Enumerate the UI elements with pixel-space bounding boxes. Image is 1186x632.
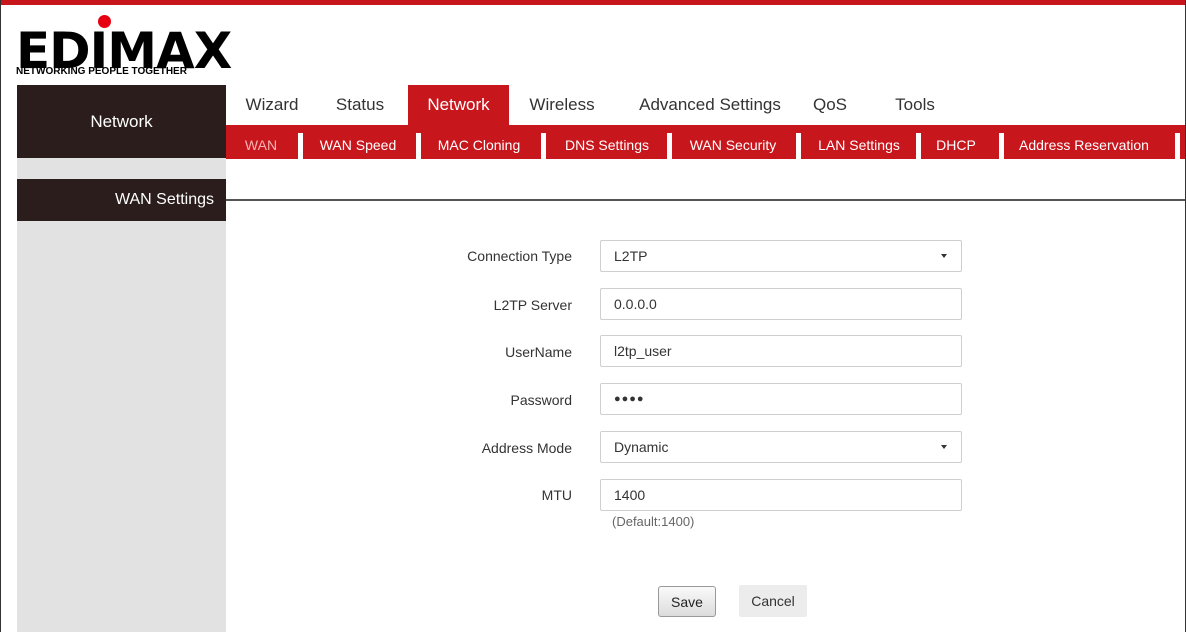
section-divider (226, 199, 1185, 201)
subtab-dns-settings[interactable]: DNS Settings (551, 131, 663, 159)
tab-tools[interactable]: Tools (884, 85, 946, 125)
mtu-input[interactable]: 1400 (600, 479, 962, 511)
mtu-value: 1400 (614, 487, 646, 503)
subtab-address-reservation[interactable]: Address Reservation (1009, 131, 1159, 159)
subtab-wan-speed[interactable]: WAN Speed (308, 131, 408, 159)
edimax-logo: EDIMAX NETWORKING PEOPLE TOGETHER (16, 15, 236, 77)
cancel-button[interactable]: Cancel (739, 585, 807, 617)
l2tp-server-input[interactable]: 0.0.0.0 (600, 288, 962, 320)
username-label: UserName (505, 344, 572, 360)
password-label: Password (510, 392, 572, 408)
subtab-separator (541, 133, 546, 159)
password-input[interactable]: ●●●● (600, 383, 962, 415)
tab-status[interactable]: Status (322, 85, 398, 125)
tab-network[interactable]: Network (408, 85, 509, 125)
tab-wireless[interactable]: Wireless (517, 85, 607, 125)
subtab-wan[interactable]: WAN (234, 131, 288, 159)
subtab-separator (916, 133, 921, 159)
connection-type-select[interactable]: L2TP (600, 240, 962, 272)
logo-tagline: NETWORKING PEOPLE TOGETHER (16, 66, 187, 77)
top-accent-bar (1, 0, 1185, 5)
mtu-default-hint: (Default:1400) (612, 514, 695, 529)
chevron-down-icon (941, 445, 947, 449)
save-button[interactable]: Save (658, 586, 716, 617)
subtab-wan-security[interactable]: WAN Security (677, 131, 789, 159)
subtab-dhcp[interactable]: DHCP (926, 131, 986, 159)
l2tp-server-label: L2TP Server (493, 297, 572, 313)
subtab-separator (298, 133, 303, 159)
sidebar-section-title: Network (17, 85, 226, 158)
tab-advanced-settings[interactable]: Advanced Settings (623, 85, 797, 125)
connection-type-label: Connection Type (467, 248, 572, 264)
logo-dot (98, 15, 111, 28)
subtab-separator (1175, 133, 1180, 159)
subtab-separator (416, 133, 421, 159)
chevron-down-icon (941, 254, 947, 258)
tab-qos[interactable]: QoS (805, 85, 855, 125)
password-value: ●●●● (614, 393, 645, 405)
subtab-separator (667, 133, 672, 159)
subtab-separator (999, 133, 1004, 159)
left-sidebar (17, 85, 226, 632)
connection-type-value: L2TP (614, 248, 648, 264)
l2tp-server-value: 0.0.0.0 (614, 296, 657, 312)
username-input[interactable]: l2tp_user (600, 335, 962, 367)
subtab-lan-settings[interactable]: LAN Settings (806, 131, 912, 159)
tab-wizard[interactable]: Wizard (232, 85, 312, 125)
username-value: l2tp_user (614, 343, 672, 359)
mtu-label: MTU (541, 487, 572, 503)
address-mode-label: Address Mode (481, 440, 572, 456)
subtab-separator (796, 133, 801, 159)
subtab-mac-cloning[interactable]: MAC Cloning (426, 131, 532, 159)
sidebar-item-wan-settings[interactable]: WAN Settings (17, 179, 226, 221)
address-mode-value: Dynamic (614, 439, 669, 455)
address-mode-select[interactable]: Dynamic (600, 431, 962, 463)
